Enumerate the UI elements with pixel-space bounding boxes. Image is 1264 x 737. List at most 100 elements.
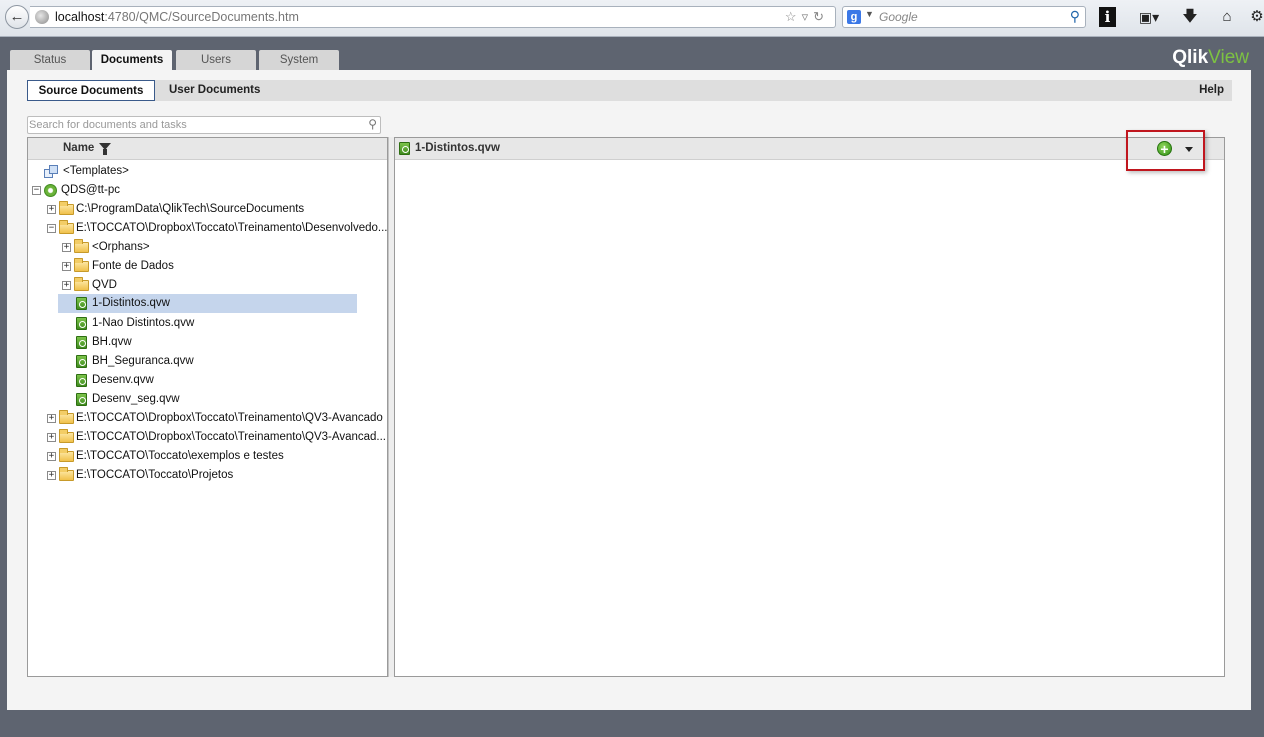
folder-icon — [74, 258, 89, 272]
tree-row-folder[interactable]: + <Orphans> — [28, 238, 387, 257]
tree-row-label: C:\ProgramData\QlikTech\SourceDocuments — [76, 203, 305, 215]
main-tab-bar: Status Documents Users System QlikView — [7, 45, 1251, 71]
engine-dropdown-icon[interactable]: ▼ — [865, 9, 874, 19]
tree-row-folder[interactable]: + E:\TOCCATO\Toccato\Projetos — [28, 466, 387, 485]
tree-row-folder[interactable]: + Fonte de Dados — [28, 257, 387, 276]
globe-icon — [35, 10, 49, 24]
bookmarks-menu-icon[interactable]: ▣▾ — [1134, 7, 1164, 27]
reload-icon[interactable]: ↻ — [813, 9, 829, 24]
tree-row-label: Desenv.qvw — [92, 374, 154, 386]
qlikview-logo: QlikView — [1172, 47, 1249, 68]
filter-icon[interactable] — [99, 143, 111, 155]
tab-status[interactable]: Status — [10, 50, 90, 70]
tree-row-label: Fonte de Dados — [92, 260, 174, 272]
tree-row-label: E:\TOCCATO\Dropbox\Toccato\Treinamento\D… — [76, 222, 388, 234]
tree-row-folder[interactable]: + C:\ProgramData\QlikTech\SourceDocument… — [28, 200, 387, 219]
expand-icon[interactable]: + — [62, 262, 71, 271]
qvw-document-icon — [76, 336, 87, 349]
document-detail-pane: 1-Distintos.qvw + — [394, 137, 1225, 677]
annotation-highlight-box — [1126, 130, 1205, 171]
document-search-input[interactable] — [28, 117, 349, 132]
document-tree: Name <Templates> − QDS@tt-pc + C:\Progra… — [27, 137, 388, 677]
qvw-document-icon — [76, 374, 87, 387]
tree-row-document[interactable]: 1-Nao Distintos.qvw — [28, 314, 387, 333]
google-icon[interactable]: g — [847, 10, 861, 24]
qvw-document-icon — [76, 317, 87, 330]
expand-icon[interactable]: + — [62, 281, 71, 290]
qvw-document-icon — [76, 393, 87, 406]
expand-icon[interactable]: + — [47, 471, 56, 480]
bookmark-star-icon[interactable]: ☆ — [785, 9, 802, 24]
tree-row-label: <Orphans> — [92, 241, 150, 253]
tab-system[interactable]: System — [259, 50, 339, 70]
server-gear-icon — [44, 184, 57, 197]
detail-header: 1-Distintos.qvw + — [395, 138, 1224, 160]
subtab-user-documents[interactable]: User Documents — [169, 80, 260, 101]
browser-search-box[interactable]: g ▼ Google ⚲ — [842, 6, 1086, 28]
tree-row-document-selected[interactable]: 1-Distintos.qvw — [58, 294, 357, 313]
search-icon[interactable]: ⚲ — [368, 117, 377, 131]
expand-icon[interactable]: + — [47, 452, 56, 461]
tree-row-label: BH_Seguranca.qvw — [92, 355, 194, 367]
collapse-icon[interactable]: − — [47, 224, 56, 233]
folder-icon — [59, 448, 74, 462]
tree-row-document[interactable]: BH.qvw — [28, 333, 387, 352]
tree-row-document[interactable]: Desenv.qvw — [28, 371, 387, 390]
templates-icon — [44, 165, 58, 178]
tree-row-label: <Templates> — [63, 165, 129, 177]
help-link[interactable]: Help — [1199, 80, 1224, 100]
tab-documents[interactable]: Documents — [92, 50, 172, 71]
tree-row-server[interactable]: − QDS@tt-pc — [28, 181, 387, 200]
open-folder-icon — [59, 220, 74, 234]
download-icon[interactable]: 🡇 — [1180, 7, 1200, 27]
collapse-icon[interactable]: − — [32, 186, 41, 195]
tree-row-label: QDS@tt-pc — [61, 184, 120, 196]
tree-row-label: BH.qvw — [92, 336, 132, 348]
qvw-document-icon — [76, 297, 87, 310]
folder-icon — [59, 201, 74, 215]
tree-row-label: Desenv_seg.qvw — [92, 393, 180, 405]
expand-icon[interactable]: + — [62, 243, 71, 252]
folder-icon — [59, 410, 74, 424]
qmc-window: Status Documents Users System QlikView S… — [7, 45, 1251, 710]
detail-title: 1-Distintos.qvw — [415, 142, 500, 154]
settings-gear-icon[interactable]: ⚙ — [1250, 7, 1264, 27]
back-arrow-icon[interactable]: ← — [5, 5, 29, 29]
browser-search-placeholder: Google — [879, 10, 918, 24]
name-column-label: Name — [63, 142, 95, 154]
tree-row-label: QVD — [92, 279, 117, 291]
tree-row-folder[interactable]: + QVD — [28, 276, 387, 295]
home-icon[interactable]: ⌂ — [1216, 7, 1238, 27]
document-search: ⚲ — [27, 116, 381, 134]
tree-column-header[interactable]: Name — [28, 138, 387, 160]
browser-toolbar: ← localhost:4780/QMC/SourceDocuments.htm… — [0, 0, 1264, 37]
tree-row-folder[interactable]: + E:\TOCCATO\Toccato\exemplos e testes — [28, 447, 387, 466]
search-icon[interactable]: ⚲ — [1070, 8, 1080, 25]
url-actions: ☆▿↻ — [785, 9, 829, 25]
tab-users[interactable]: Users — [176, 50, 256, 70]
tree-row-folder[interactable]: − E:\TOCCATO\Dropbox\Toccato\Treinamento… — [28, 219, 388, 238]
folder-icon — [74, 277, 89, 291]
tree-row-document[interactable]: Desenv_seg.qvw — [28, 390, 387, 409]
expand-icon[interactable]: + — [47, 205, 56, 214]
subtab-source-documents[interactable]: Source Documents — [27, 80, 155, 101]
folder-icon — [59, 429, 74, 443]
folder-icon — [59, 467, 74, 481]
tree-row-label: E:\TOCCATO\Dropbox\Toccato\Treinamento\Q… — [76, 412, 383, 424]
tree-row-folder[interactable]: + E:\TOCCATO\Dropbox\Toccato\Treinamento… — [28, 428, 387, 447]
tree-row-templates[interactable]: <Templates> — [28, 162, 387, 181]
tree-row-folder[interactable]: + E:\TOCCATO\Dropbox\Toccato\Treinamento… — [28, 409, 387, 428]
tree-row-document[interactable]: BH_Seguranca.qvw — [28, 352, 387, 371]
tree-row-label: E:\TOCCATO\Dropbox\Toccato\Treinamento\Q… — [76, 431, 386, 443]
info-icon[interactable]: i — [1099, 7, 1116, 27]
expand-icon[interactable]: + — [47, 433, 56, 442]
url-text: localhost:4780/QMC/SourceDocuments.htm — [55, 10, 299, 24]
expand-icon[interactable]: + — [47, 414, 56, 423]
tree-row-label: E:\TOCCATO\Toccato\exemplos e testes — [76, 450, 284, 462]
tree-row-label: E:\TOCCATO\Toccato\Projetos — [76, 469, 234, 481]
tree-row-label: 1-Nao Distintos.qvw — [92, 317, 195, 329]
folder-icon — [74, 239, 89, 253]
sub-tab-bar: Source Documents User Documents Help — [27, 80, 1232, 101]
history-dropdown-icon[interactable]: ▿ — [802, 9, 814, 24]
address-bar[interactable]: localhost:4780/QMC/SourceDocuments.htm ☆… — [30, 6, 836, 28]
